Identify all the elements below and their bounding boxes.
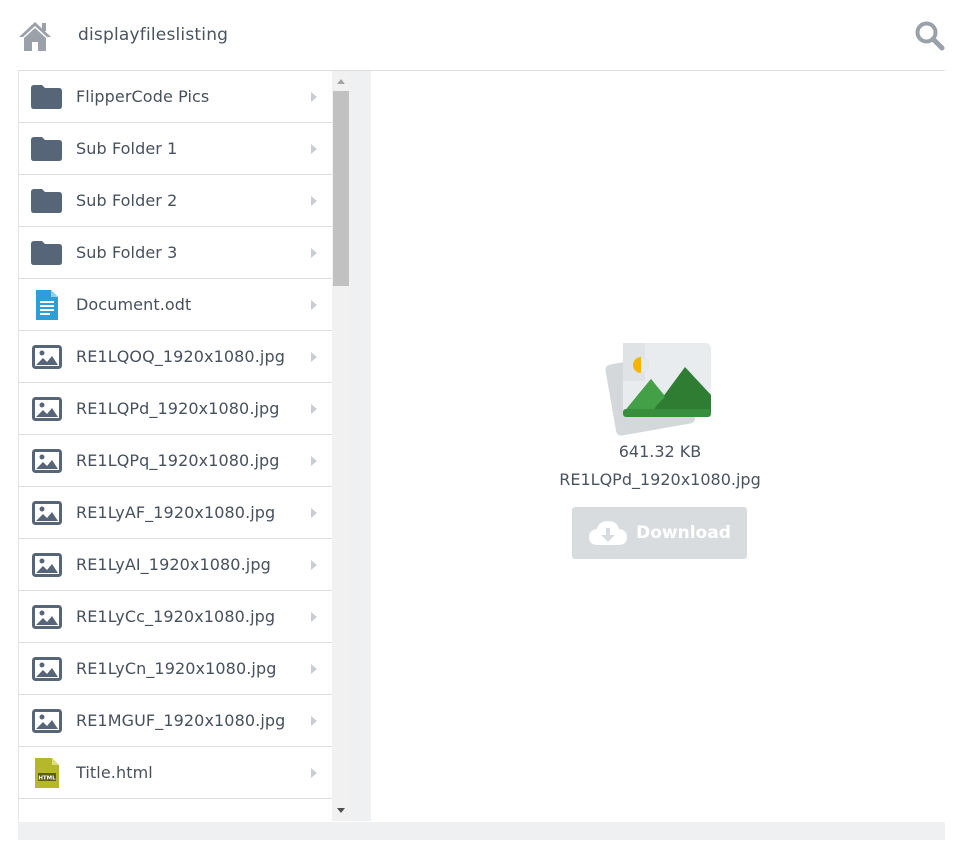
- file-list: FlipperCode Pics Sub Folder 1 Sub Folder…: [18, 71, 333, 821]
- image-icon: [31, 707, 62, 735]
- image-icon: [31, 551, 62, 579]
- list-item-label: RE1LQPq_1920x1080.jpg: [76, 451, 280, 470]
- chevron-right-icon: [311, 715, 317, 726]
- list-item-file[interactable]: RE1MGUF_1920x1080.jpg: [19, 695, 333, 747]
- list-item-label: RE1LQPd_1920x1080.jpg: [76, 399, 280, 418]
- list-item-file[interactable]: RE1LQPq_1920x1080.jpg: [19, 435, 333, 487]
- file-name: RE1LQPd_1920x1080.jpg: [559, 470, 761, 489]
- list-item-file[interactable]: HTML Title.html: [19, 747, 333, 799]
- image-icon: [31, 499, 62, 527]
- list-item-label: Document.odt: [76, 295, 192, 314]
- list-item-label: RE1LQOQ_1920x1080.jpg: [76, 347, 285, 366]
- list-item-label: RE1LyCc_1920x1080.jpg: [76, 607, 276, 626]
- chevron-right-icon: [311, 195, 317, 206]
- home-icon[interactable]: [18, 20, 52, 52]
- image-icon: [31, 395, 62, 423]
- horizontal-scrollbar[interactable]: [18, 822, 945, 840]
- chevron-right-icon: [311, 559, 317, 570]
- image-icon: [31, 655, 62, 683]
- list-item-file[interactable]: RE1LQPd_1920x1080.jpg: [19, 383, 333, 435]
- panel-divider: [350, 71, 371, 821]
- document-icon: [31, 289, 62, 320]
- cloud-download-icon: [589, 521, 628, 545]
- svg-text:HTML: HTML: [38, 775, 56, 781]
- list-item-file[interactable]: RE1LyCc_1920x1080.jpg: [19, 591, 333, 643]
- chevron-right-icon: [311, 91, 317, 102]
- download-button[interactable]: Download: [572, 507, 747, 559]
- list-item-folder[interactable]: FlipperCode Pics: [19, 71, 333, 123]
- list-item-label: Sub Folder 2: [76, 191, 178, 210]
- image-file-icon: [605, 343, 711, 436]
- folder-icon: [31, 83, 62, 111]
- html-file-icon: HTML: [31, 757, 62, 788]
- list-item-folder[interactable]: Sub Folder 1: [19, 123, 333, 175]
- chevron-right-icon: [311, 767, 317, 778]
- scroll-thumb[interactable]: [333, 91, 349, 286]
- scroll-up-arrow-icon[interactable]: [337, 79, 345, 84]
- list-item-label: RE1MGUF_1920x1080.jpg: [76, 711, 286, 730]
- folder-icon: [31, 135, 62, 163]
- scroll-down-arrow-icon[interactable]: [337, 808, 345, 813]
- list-item-file[interactable]: RE1LyCn_1920x1080.jpg: [19, 643, 333, 695]
- list-item-file[interactable]: RE1LyAF_1920x1080.jpg: [19, 487, 333, 539]
- file-preview-panel: 641.32 KB RE1LQPd_1920x1080.jpg Download: [371, 71, 945, 821]
- folder-icon: [31, 239, 62, 267]
- search-icon[interactable]: [914, 20, 945, 51]
- folder-icon: [31, 187, 62, 215]
- list-item-file[interactable]: Document.odt: [19, 279, 333, 331]
- list-item-folder[interactable]: Sub Folder 3: [19, 227, 333, 279]
- chevron-right-icon: [311, 143, 317, 154]
- list-item-label: Sub Folder 3: [76, 243, 178, 262]
- list-item-folder[interactable]: Sub Folder 2: [19, 175, 333, 227]
- download-label: Download: [636, 523, 731, 543]
- list-scrollbar[interactable]: [332, 71, 350, 821]
- chevron-right-icon: [311, 299, 317, 310]
- chevron-right-icon: [311, 455, 317, 466]
- page-title: displayfileslisting: [78, 25, 229, 45]
- list-item-label: Title.html: [76, 763, 153, 782]
- file-size: 641.32 KB: [618, 442, 702, 461]
- list-item-label: Sub Folder 1: [76, 139, 178, 158]
- chevron-right-icon: [311, 611, 317, 622]
- chevron-right-icon: [311, 663, 317, 674]
- image-icon: [31, 343, 62, 371]
- chevron-right-icon: [311, 403, 317, 414]
- chevron-right-icon: [311, 507, 317, 518]
- list-item-label: RE1LyAI_1920x1080.jpg: [76, 555, 271, 574]
- list-item-label: FlipperCode Pics: [76, 87, 210, 106]
- image-icon: [31, 603, 62, 631]
- list-item-file[interactable]: RE1LQOQ_1920x1080.jpg: [19, 331, 333, 383]
- chevron-right-icon: [311, 351, 317, 362]
- chevron-right-icon: [311, 247, 317, 258]
- list-item-label: RE1LyCn_1920x1080.jpg: [76, 659, 277, 678]
- list-item-file[interactable]: RE1LyAI_1920x1080.jpg: [19, 539, 333, 591]
- header-bar: displayfileslisting: [18, 0, 945, 71]
- list-item-label: RE1LyAF_1920x1080.jpg: [76, 503, 276, 522]
- image-icon: [31, 447, 62, 475]
